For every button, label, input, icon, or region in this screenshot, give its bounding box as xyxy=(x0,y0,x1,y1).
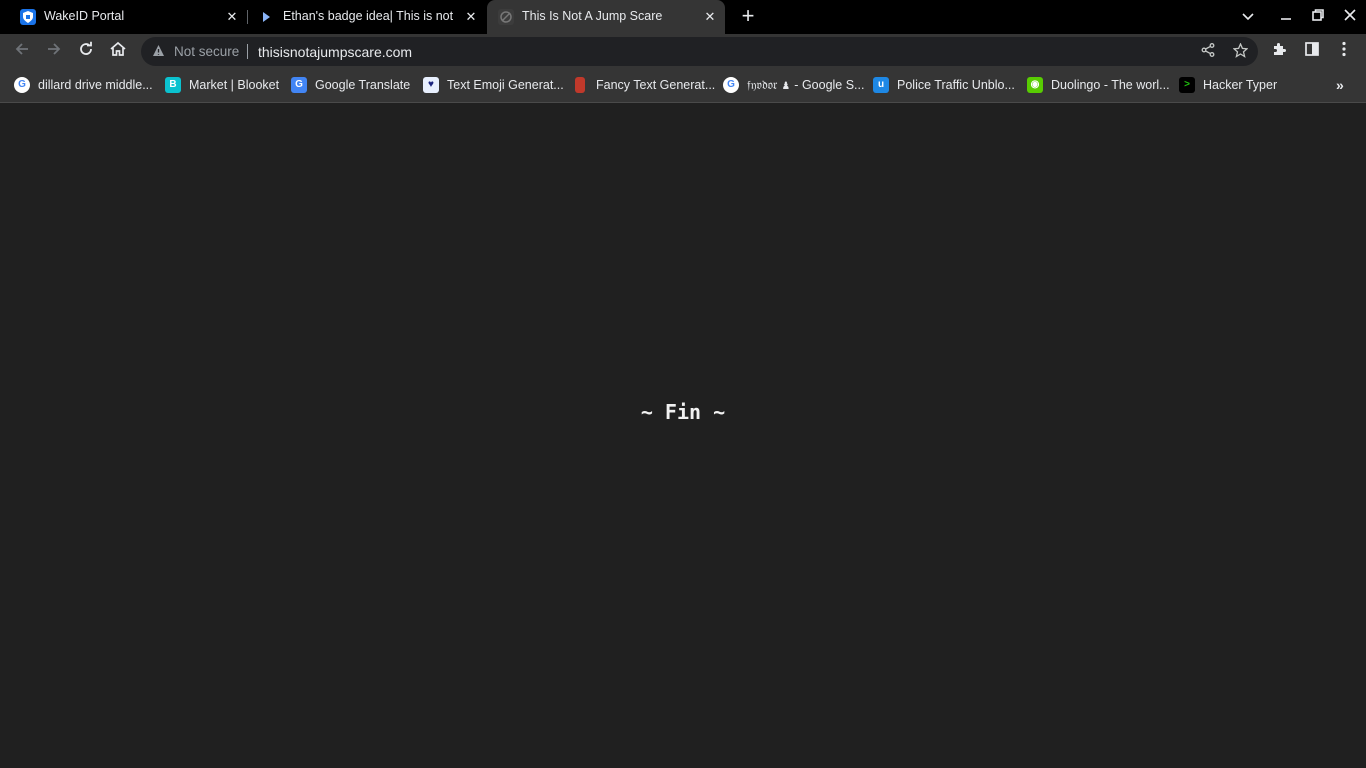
heart-icon: ♥ xyxy=(423,77,439,93)
tab-strip: WakeID Portal ✕ Ethan's badge idea| This… xyxy=(0,0,1366,34)
bookmark-item[interactable]: G 𝔣𝔶𝔳𝔡𝔬𝔯 ♟ - Google S... xyxy=(723,76,864,94)
restore-button[interactable] xyxy=(1302,0,1334,34)
extensions-puzzle-icon[interactable] xyxy=(1269,41,1291,61)
bookmark-label: dillard drive middle... xyxy=(38,78,153,92)
bookmark-label: Duolingo - The worl... xyxy=(1051,78,1170,92)
duolingo-icon: ◉ xyxy=(1027,77,1043,93)
reload-icon[interactable] xyxy=(75,41,97,61)
bookmark-label: Hacker Typer xyxy=(1203,78,1278,92)
new-tab-button[interactable]: + xyxy=(739,5,757,27)
bookmark-item[interactable]: G Google Translate xyxy=(291,76,410,94)
back-arrow-icon[interactable] xyxy=(11,41,33,61)
forward-arrow-icon[interactable] xyxy=(43,41,65,61)
omnibox-divider xyxy=(247,44,248,59)
bookmark-item[interactable]: Fancy Text Generat... xyxy=(572,76,715,94)
bookmark-label: Google Translate xyxy=(315,78,411,92)
tab-title: WakeID Portal xyxy=(44,9,125,23)
bookmark-item[interactable]: ◉ Duolingo - The worl... xyxy=(1027,76,1170,94)
google-icon: G xyxy=(14,77,30,93)
minimize-button[interactable] xyxy=(1270,0,1302,34)
blooket-icon: B xyxy=(165,77,181,93)
site-favicon-icon xyxy=(498,9,514,25)
bookmark-item[interactable]: ♥ Text Emoji Generat... xyxy=(423,76,564,94)
url-text[interactable]: thisisnotajumpscare.com xyxy=(258,44,412,60)
address-bar[interactable]: Not secure thisisnotajumpscare.com xyxy=(141,37,1258,66)
tab-title: This Is Not A Jump Scare xyxy=(522,9,663,23)
menu-kebab-icon[interactable] xyxy=(1333,41,1355,61)
warning-triangle-icon[interactable] xyxy=(152,44,165,60)
wakeid-shield-icon xyxy=(20,9,36,25)
browser-toolbar: Not secure thisisnotajumpscare.com xyxy=(0,34,1366,69)
bookmark-label: Market | Blooket xyxy=(189,78,280,92)
share-icon[interactable] xyxy=(1199,43,1217,61)
tab-search-chevron-icon[interactable] xyxy=(1232,0,1264,34)
bookmarks-bar: G dillard drive middle... B Market | Blo… xyxy=(0,69,1366,103)
close-tab-icon[interactable]: ✕ xyxy=(702,9,718,25)
jar-icon xyxy=(575,77,585,93)
fin-message: ~ Fin ~ xyxy=(640,400,726,424)
bookmark-label: Police Traffic Unblo... xyxy=(897,78,1015,92)
close-tab-icon[interactable]: ✕ xyxy=(224,9,240,25)
bookmark-star-icon[interactable] xyxy=(1231,42,1249,61)
google-icon: G xyxy=(723,77,739,93)
bookmark-item[interactable]: G dillard drive middle... xyxy=(14,76,153,94)
security-label[interactable]: Not secure xyxy=(174,44,239,59)
bookmark-label: Fancy Text Generat... xyxy=(596,78,716,92)
page-content: ~ Fin ~ xyxy=(0,103,1366,768)
tab-ethans-badge-idea[interactable]: Ethan's badge idea| This is not a ✕ xyxy=(248,0,486,34)
close-window-button[interactable] xyxy=(1334,0,1366,34)
play-arrow-icon xyxy=(258,9,274,25)
bookmark-label: 𝔣𝔶𝔳𝔡𝔬𝔯 ♟ - Google S... xyxy=(747,77,865,92)
close-tab-icon[interactable]: ✕ xyxy=(463,9,479,25)
home-icon[interactable] xyxy=(107,41,129,61)
more-bookmarks-chevron-icon[interactable]: » xyxy=(1336,76,1344,94)
bookmark-item[interactable]: u Police Traffic Unblo... xyxy=(873,76,1015,94)
google-translate-icon: G xyxy=(291,77,307,93)
tab-this-is-not-a-jump-scare[interactable]: This Is Not A Jump Scare ✕ xyxy=(487,0,725,34)
bookmark-item[interactable]: > Hacker Typer xyxy=(1179,76,1277,94)
unblocked-icon: u xyxy=(873,77,889,93)
bookmark-item[interactable]: B Market | Blooket xyxy=(165,76,279,94)
terminal-icon: > xyxy=(1179,77,1195,93)
tab-title: Ethan's badge idea| This is not a xyxy=(283,9,457,23)
side-panel-icon[interactable] xyxy=(1301,41,1323,61)
tab-wakeid-portal[interactable]: WakeID Portal ✕ xyxy=(8,0,248,34)
bookmark-label: Text Emoji Generat... xyxy=(447,78,564,92)
